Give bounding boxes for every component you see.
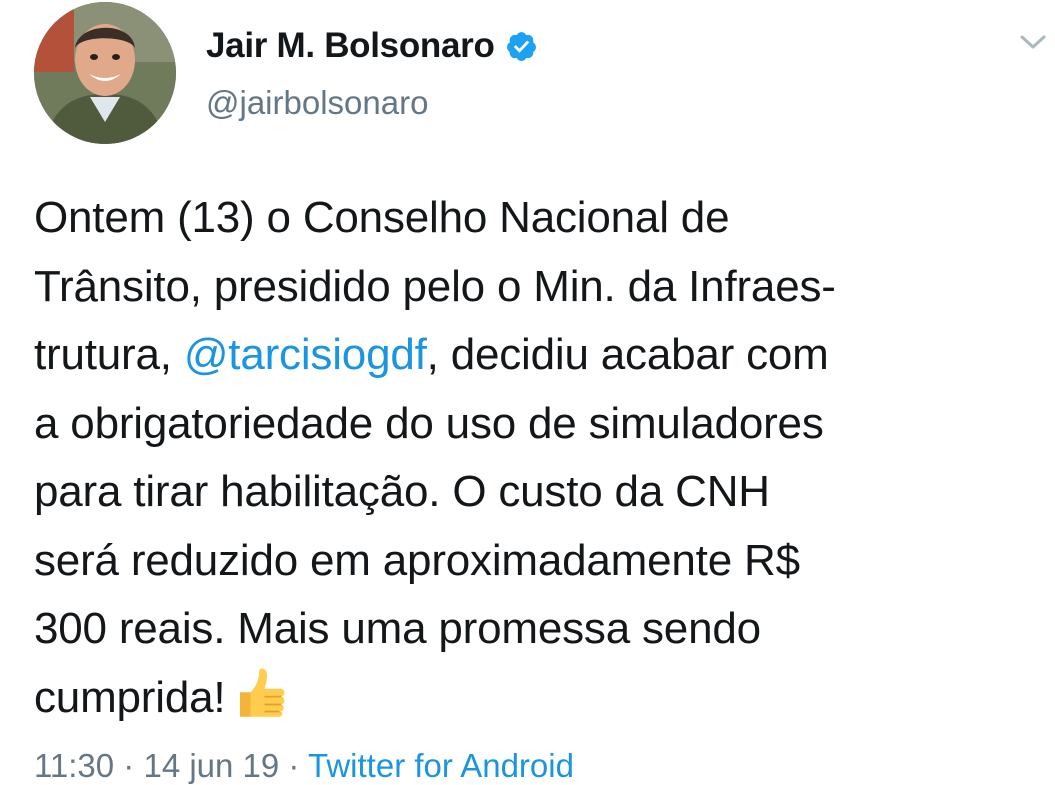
author-avatar[interactable] [34, 2, 176, 144]
author-handle[interactable]: @jairbolsonaro [206, 84, 428, 122]
tweet-card: Jair M. Bolsonaro @jairbolsonaro Ontem (… [0, 0, 1055, 784]
mention-link[interactable]: @tarcisiogdf [184, 330, 427, 379]
tweet-text-segment: cumprida! [34, 672, 226, 722]
tweet-text: Ontem (13) o Conselho Nacional de Trânsi… [34, 184, 1034, 732]
tweet-time[interactable]: 11:30 [34, 747, 114, 784]
tweet-line: Ontem (13) o Conselho Nacional de [34, 193, 730, 242]
verified-badge-icon [506, 31, 536, 61]
tweet-text-segment: trutura, [34, 330, 184, 379]
tweet-text-segment: , decidiu acabar com [426, 330, 829, 379]
author-display-name[interactable]: Jair M. Bolsonaro [206, 26, 495, 66]
tweet-date[interactable]: 14 jun 19 [143, 747, 279, 784]
tweet-line: Trânsito, presidido pelo o Min. da Infra… [34, 261, 836, 311]
tweet-line: será reduzido em aproximadamente R$ [34, 535, 800, 585]
meta-separator: · [279, 747, 308, 784]
tweet-line: a obrigatoriedade do uso de simuladores [34, 398, 824, 448]
chevron-down-icon[interactable] [1019, 32, 1047, 52]
tweet-line: cumprida! [34, 664, 1034, 733]
tweet-line: trutura, @tarcisiogdf, decidiu acabar co… [34, 321, 1034, 390]
thumbs-up-icon [240, 668, 285, 717]
tweet-line: 300 reais. Mais uma promessa sendo [34, 604, 761, 653]
author-name-row[interactable]: Jair M. Bolsonaro [206, 22, 538, 70]
meta-separator: · [114, 747, 144, 784]
tweet-source-link[interactable]: Twitter for Android [308, 747, 574, 784]
tweet-line: para tirar habilitação. O custo da CNH [34, 467, 770, 516]
tweet-meta: 11:30 · 14 jun 19 · Twitter for Android [34, 747, 574, 785]
profile-photo [34, 2, 176, 144]
